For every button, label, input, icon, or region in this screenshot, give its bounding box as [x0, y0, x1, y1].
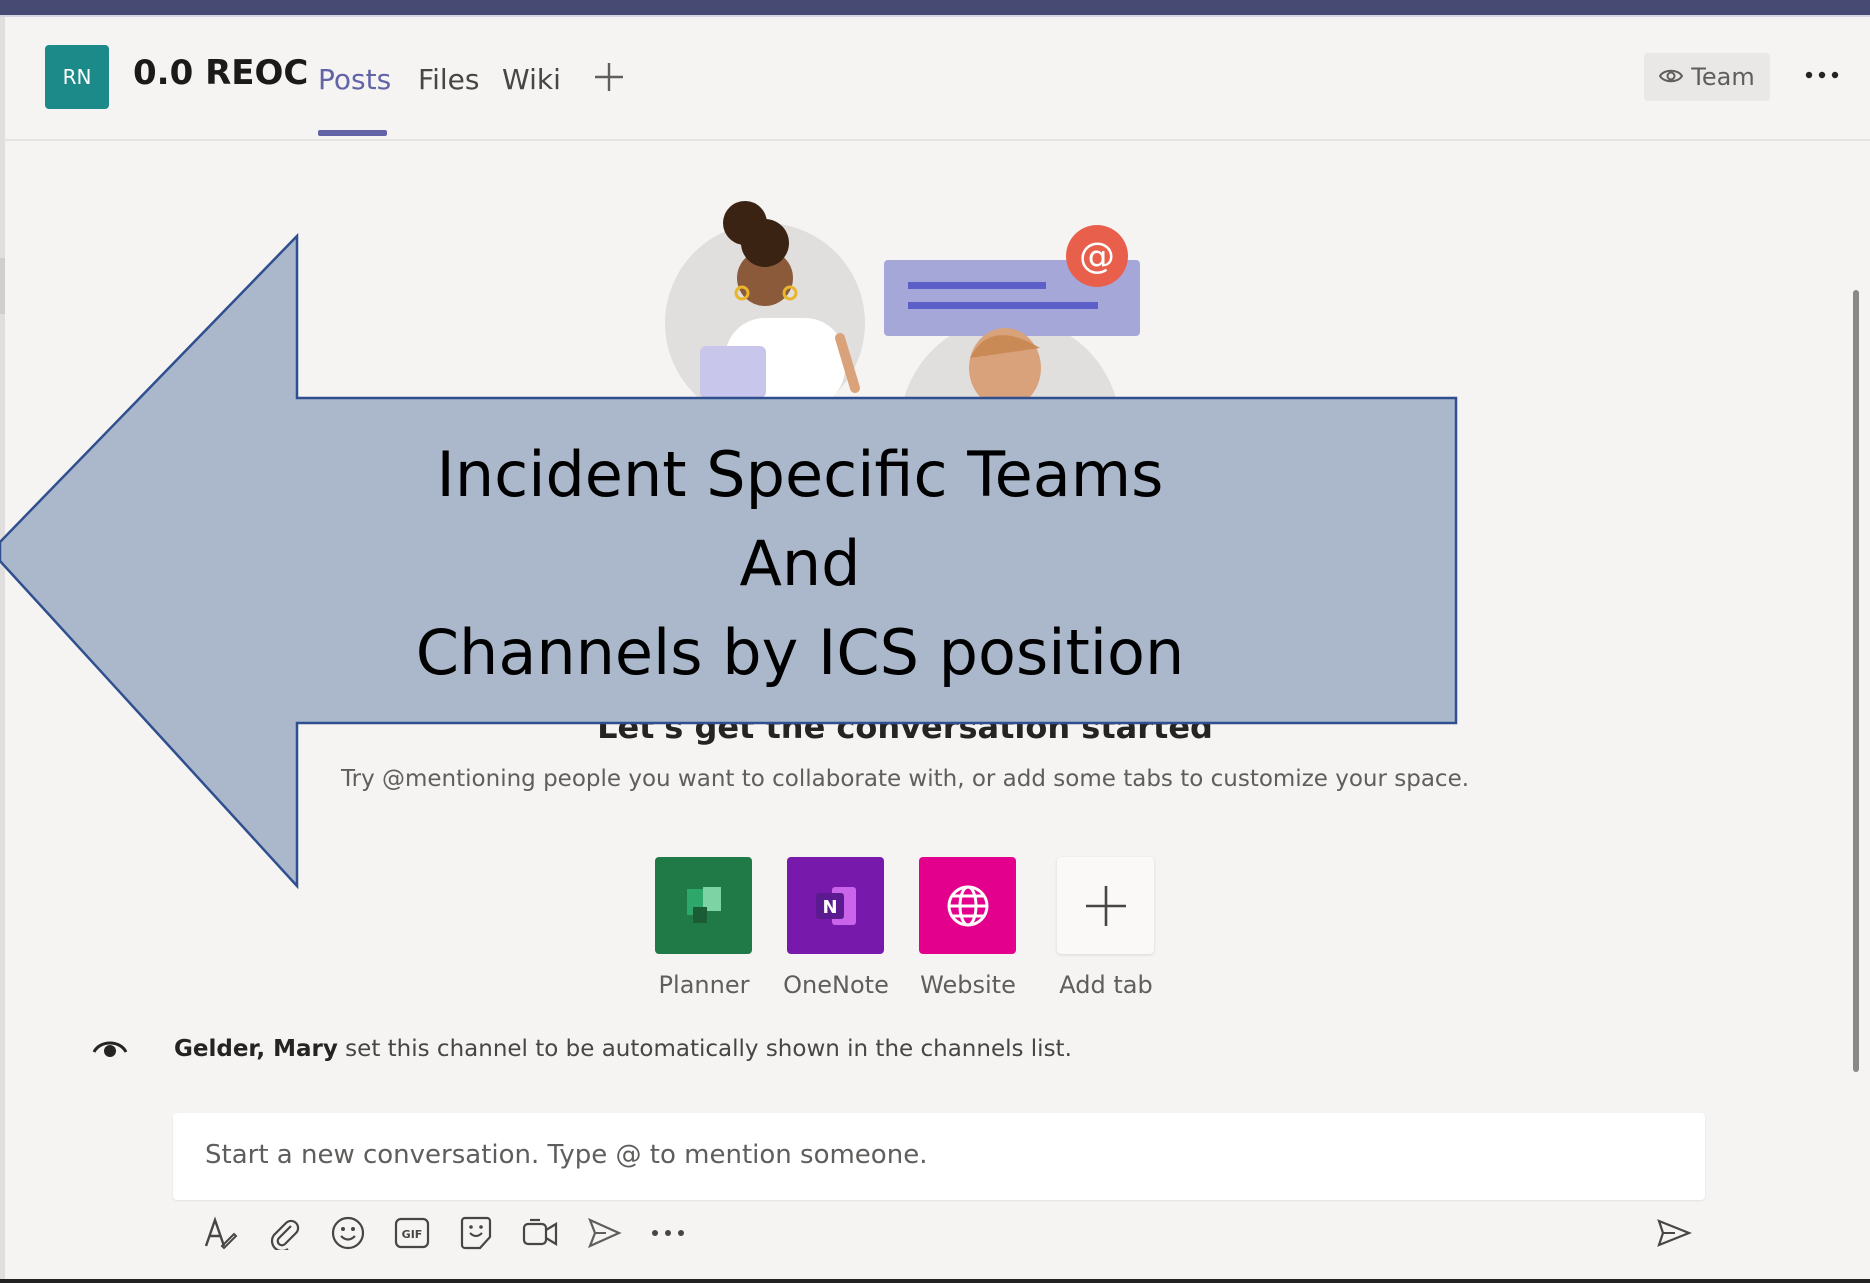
left-panel-tab	[0, 258, 5, 314]
arrow-callout-line-3: Channels by ICS position	[415, 616, 1185, 689]
eye-icon	[1659, 63, 1684, 91]
team-button-label: Team	[1691, 63, 1755, 91]
tab-wiki[interactable]: Wiki	[502, 63, 561, 96]
onenote-icon: N	[815, 886, 856, 925]
attach-icon[interactable]	[264, 1213, 304, 1253]
add-tab-tile[interactable]	[1057, 857, 1154, 954]
arrow-callout-line-2: And	[739, 527, 861, 600]
plus-icon	[1085, 885, 1126, 926]
more-options-icon[interactable]	[648, 1213, 688, 1253]
planner-icon	[686, 886, 721, 923]
team-name: 0.0 REOC	[133, 53, 309, 93]
planner-app-tile[interactable]	[655, 857, 752, 954]
gif-icon[interactable]: GIF	[392, 1213, 432, 1253]
team-button[interactable]: Team	[1644, 53, 1770, 101]
system-message-author: Gelder, Mary	[174, 1036, 338, 1062]
onenote-app-tile[interactable]: N	[787, 857, 884, 954]
title-bar	[0, 0, 1870, 15]
emoji-icon[interactable]	[328, 1213, 368, 1253]
eye-icon	[92, 1036, 128, 1064]
vertical-scrollbar[interactable]	[1853, 290, 1859, 1072]
active-tab-indicator	[318, 130, 387, 136]
meet-now-icon[interactable]	[520, 1213, 560, 1253]
sticker-icon[interactable]	[456, 1213, 496, 1253]
svg-text:N: N	[822, 897, 837, 918]
compose-placeholder[interactable]: Start a new conversation. Type @ to ment…	[205, 1140, 927, 1170]
empty-state-title: Let's get the conversation started	[597, 708, 1213, 746]
add-tab-label: Add tab	[1059, 971, 1153, 999]
channel-header: RN 0.0 REOC Posts Files Wiki Team	[5, 17, 1870, 141]
left-panel-edge	[0, 17, 5, 1283]
compose-box[interactable]: Start a new conversation. Type @ to ment…	[173, 1113, 1705, 1200]
stream-icon[interactable]	[584, 1213, 624, 1253]
empty-state-subtitle: Try @mentioning people you want to colla…	[340, 766, 1470, 792]
planner-label: Planner	[658, 971, 750, 999]
tab-files[interactable]: Files	[418, 63, 479, 96]
globe-icon	[947, 885, 988, 926]
website-app-tile[interactable]	[919, 857, 1016, 954]
format-icon[interactable]	[200, 1213, 240, 1253]
more-options-icon[interactable]	[1800, 57, 1844, 93]
team-avatar[interactable]: RN	[45, 45, 109, 109]
svg-text:GIF: GIF	[402, 1228, 423, 1241]
add-tab-plus-icon[interactable]	[589, 57, 629, 97]
arrow-callout-text: Incident Specific Teams And Channels by …	[300, 430, 1300, 697]
svg-text:@: @	[1079, 236, 1115, 277]
window-bottom-edge	[0, 1279, 1870, 1283]
conversation-illustration: @	[665, 201, 1140, 398]
system-message: Gelder, Mary set this channel to be auto…	[174, 1036, 1072, 1062]
system-message-text: set this channel to be automatically sho…	[337, 1036, 1072, 1062]
onenote-label: OneNote	[783, 971, 889, 999]
send-icon[interactable]	[1654, 1213, 1694, 1253]
website-label: Website	[920, 971, 1016, 999]
tab-posts[interactable]: Posts	[318, 63, 391, 96]
arrow-callout-line-1: Incident Specific Teams	[436, 438, 1164, 511]
